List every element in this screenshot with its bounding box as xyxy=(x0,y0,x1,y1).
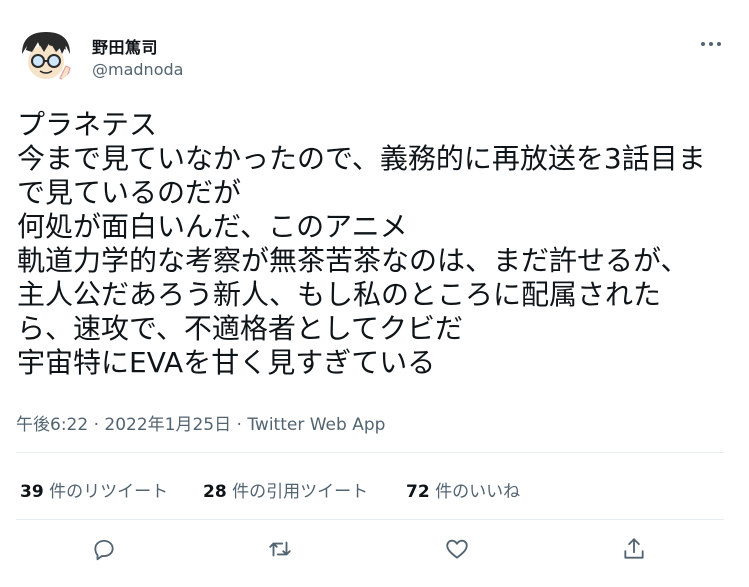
quotes-label: 件の引用ツイート xyxy=(232,482,369,502)
likes-count: 72 xyxy=(406,482,430,502)
tweet-line: 何処が面白いんだ、このアニメ xyxy=(17,210,408,243)
avatar[interactable] xyxy=(16,24,76,84)
meta-separator: · xyxy=(231,415,248,435)
divider xyxy=(16,452,724,453)
share-icon[interactable] xyxy=(621,536,649,564)
retweets-count: 39 xyxy=(20,482,44,502)
quotes-count: 28 xyxy=(203,482,227,502)
meta-separator: · xyxy=(88,415,105,435)
quotes-stat[interactable]: 28 件の引用ツイート xyxy=(203,477,368,502)
tweet-time-link[interactable]: 午後6:22 xyxy=(16,415,88,435)
tweet-line: 宇宙特にEVAを甘く見すぎている xyxy=(17,346,436,379)
divider xyxy=(16,519,724,520)
like-icon[interactable] xyxy=(444,536,472,564)
likes-stat[interactable]: 72 件のいいね xyxy=(406,477,520,502)
tweet-card: 野田篤司 @madnoda プラネテス 今まで見ていなかったので、義務的に再放送… xyxy=(0,0,749,587)
retweets-stat[interactable]: 39 件のリツイート xyxy=(20,477,168,502)
likes-label: 件のいいね xyxy=(435,482,521,502)
tweet-meta: 午後6:22 · 2022年1月25日 · Twitter Web App xyxy=(16,410,385,435)
tweet-line: ら、速攻で、不適格者としてクビだ xyxy=(17,312,464,345)
author-handle[interactable]: @madnoda xyxy=(92,60,183,79)
tweet-date-link[interactable]: 2022年1月25日 xyxy=(104,415,231,435)
retweets-label: 件のリツイート xyxy=(49,482,169,502)
tweet-text: プラネテス 今まで見ていなかったので、義務的に再放送を3話目ま で見ているのだが… xyxy=(17,108,737,380)
tweet-line: 今まで見ていなかったので、義務的に再放送を3話目ま xyxy=(17,142,706,175)
tweet-source-link[interactable]: Twitter Web App xyxy=(247,415,385,435)
tweet-line: 主人公だあろう新人、もし私のところに配属された xyxy=(17,278,662,311)
tweet-line: で見ているのだが xyxy=(17,176,242,209)
reply-icon[interactable] xyxy=(91,536,119,564)
tweet-line: 軌道力学的な考察が無茶苦茶なのは、まだ許せるが、 xyxy=(17,244,689,277)
retweet-icon[interactable] xyxy=(267,536,295,564)
avatar-illustration xyxy=(16,24,76,84)
tweet-line: プラネテス xyxy=(17,108,158,141)
author-display-name[interactable]: 野田篤司 xyxy=(92,34,158,58)
more-icon[interactable] xyxy=(697,32,725,56)
